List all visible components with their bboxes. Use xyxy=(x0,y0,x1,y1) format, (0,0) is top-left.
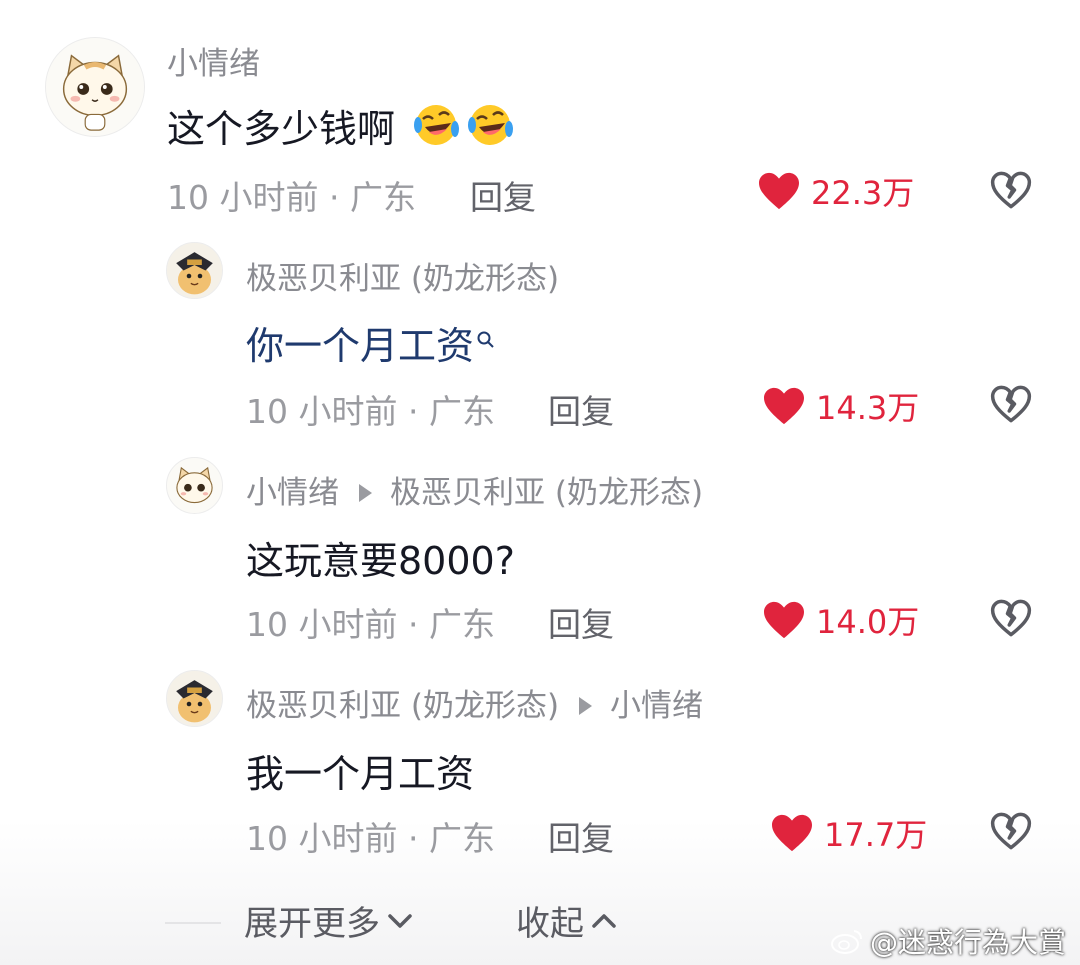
avatar[interactable] xyxy=(166,242,223,299)
dislike-button[interactable] xyxy=(990,811,1032,855)
watermark: @迷惑行為大賞 xyxy=(830,921,1066,961)
reply-button[interactable]: 回复 xyxy=(548,385,614,433)
reply-button[interactable]: 回复 xyxy=(548,598,614,646)
comment-meta: 10 小时前 · 广东 xyxy=(167,178,416,217)
comment-text: 我一个月工资 xyxy=(246,743,474,798)
reply-to-username[interactable]: 小情绪 xyxy=(610,688,703,724)
reply-to-username[interactable]: 极恶贝利亚 (奶龙形态) xyxy=(390,475,703,511)
username-label[interactable]: 小情绪 xyxy=(167,46,260,82)
like-count: 22.3万 xyxy=(811,174,915,212)
like-button[interactable]: 14.0万 xyxy=(762,597,919,643)
weibo-logo-icon xyxy=(830,930,862,954)
watermark-text: @迷惑行為大賞 xyxy=(869,926,1066,959)
comment-text: 这玩意要8000? xyxy=(246,530,515,585)
rofl-emoji-icon xyxy=(465,99,515,156)
reply-button[interactable]: 回复 xyxy=(548,812,614,860)
cat-avatar-image xyxy=(167,458,222,513)
search-highlight-text[interactable]: 你一个月工资 xyxy=(246,324,474,368)
comment-username[interactable]: 极恶贝利亚 (奶龙形态) 小情绪 xyxy=(246,680,703,725)
comment-time: 10 小时前 xyxy=(167,178,319,217)
broken-heart-icon xyxy=(990,171,1032,209)
username-label[interactable]: 极恶贝利亚 (奶龙形态) xyxy=(246,688,559,724)
comment-location: 广东 xyxy=(349,178,416,217)
username-label[interactable]: 小情绪 xyxy=(246,475,339,511)
rofl-emoji-icon xyxy=(411,99,461,156)
username-label[interactable]: 极恶贝利亚 (奶龙形态) xyxy=(246,261,559,297)
comment-location: 广东 xyxy=(428,392,495,431)
comment-username[interactable]: 小情绪 xyxy=(167,38,260,83)
comment-location: 广东 xyxy=(428,819,495,858)
dislike-button[interactable] xyxy=(990,170,1032,214)
like-button[interactable]: 17.7万 xyxy=(770,810,927,856)
collapse-button[interactable]: 收起 xyxy=(516,896,618,945)
comment-username[interactable]: 小情绪 极恶贝利亚 (奶龙形态) xyxy=(246,467,703,512)
comment-location: 广东 xyxy=(428,605,495,644)
cat-avatar-image xyxy=(46,38,144,136)
expand-more-label: 展开更多 xyxy=(244,904,380,944)
dislike-button[interactable] xyxy=(990,598,1032,642)
chevron-up-icon xyxy=(592,913,616,928)
like-count: 14.0万 xyxy=(816,603,920,641)
comment-meta: 10 小时前 · 广东 xyxy=(246,392,495,431)
triangle-right-icon xyxy=(359,483,372,502)
footer-divider xyxy=(165,922,221,924)
search-icon[interactable] xyxy=(476,315,496,359)
reply-button[interactable]: 回复 xyxy=(470,171,536,219)
avatar[interactable] xyxy=(166,670,223,727)
comment-text-body: 这个多少钱啊 xyxy=(167,107,396,151)
like-button[interactable]: 14.3万 xyxy=(762,383,919,429)
heart-icon xyxy=(764,601,804,639)
expand-more-button[interactable]: 展开更多 xyxy=(244,896,414,945)
comment-meta: 10 小时前 · 广东 xyxy=(246,819,495,858)
comment-text[interactable]: 你一个月工资 xyxy=(246,315,496,370)
like-count: 17.7万 xyxy=(824,816,928,854)
comment-time: 10 小时前 xyxy=(246,605,398,644)
comment-time: 10 小时前 xyxy=(246,819,398,858)
comment-username[interactable]: 极恶贝利亚 (奶龙形态) xyxy=(246,253,559,298)
comment-meta: 10 小时前 · 广东 xyxy=(246,605,495,644)
triangle-right-icon xyxy=(579,696,593,715)
heart-icon xyxy=(764,387,804,425)
character-avatar-image xyxy=(167,671,222,726)
comment-text-body: 我一个月工资 xyxy=(246,752,475,796)
dislike-button[interactable] xyxy=(990,384,1032,428)
broken-heart-icon xyxy=(990,812,1032,850)
like-count: 14.3万 xyxy=(816,389,920,427)
like-button[interactable]: 22.3万 xyxy=(757,168,914,214)
avatar[interactable] xyxy=(166,457,223,514)
broken-heart-icon xyxy=(990,385,1032,423)
avatar[interactable] xyxy=(45,37,145,137)
comment-text-body: 这玩意要8000? xyxy=(246,539,515,583)
comment-text: 这个多少钱啊 xyxy=(167,98,515,160)
collapse-label: 收起 xyxy=(516,904,584,944)
heart-icon xyxy=(772,814,812,852)
comment-time: 10 小时前 xyxy=(246,392,398,431)
chevron-down-icon xyxy=(388,913,412,928)
broken-heart-icon xyxy=(990,599,1032,637)
character-avatar-image xyxy=(167,243,222,298)
heart-icon xyxy=(759,172,799,210)
